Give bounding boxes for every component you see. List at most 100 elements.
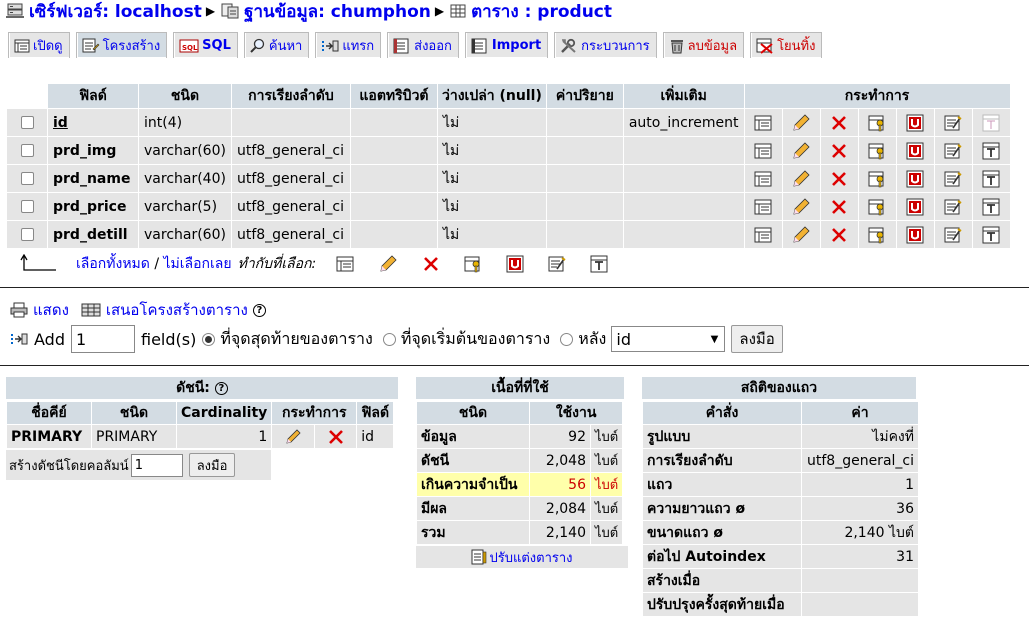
primary-key-action[interactable] xyxy=(858,192,896,220)
tab-insert[interactable]: แทรก xyxy=(315,32,382,58)
primary-key-icon xyxy=(868,226,886,244)
fulltext-action[interactable] xyxy=(972,164,1010,192)
index-action[interactable] xyxy=(934,164,972,192)
unique-icon[interactable] xyxy=(506,255,524,273)
print-view-link[interactable]: แสดง xyxy=(33,298,69,322)
drop-icon xyxy=(756,38,774,54)
help-icon[interactable]: ? xyxy=(252,303,266,317)
propose-structure-link[interactable]: เสนอโครงสร้างตาราง xyxy=(106,298,248,322)
add-fields-go-button[interactable]: ลงมือ xyxy=(731,325,783,353)
primary-key-action[interactable] xyxy=(858,136,896,164)
change-action[interactable] xyxy=(782,136,820,164)
change-action[interactable] xyxy=(782,164,820,192)
tab-export[interactable]: ส่งออก xyxy=(387,32,459,58)
primary-key-action[interactable] xyxy=(858,164,896,192)
tab-sql[interactable]: SQL SQL xyxy=(173,32,238,58)
index-action[interactable] xyxy=(934,136,972,164)
unique-action[interactable] xyxy=(896,136,934,164)
insert-icon xyxy=(321,38,339,54)
index-drop-action[interactable] xyxy=(314,425,357,448)
change-action[interactable] xyxy=(782,220,820,248)
field-default xyxy=(546,220,623,248)
index-edit-action[interactable] xyxy=(272,425,314,448)
tab-structure[interactable]: โครงสร้าง xyxy=(75,32,168,58)
row-checkbox[interactable] xyxy=(20,200,34,213)
unique-action[interactable] xyxy=(896,192,934,220)
browse-distinct-icon[interactable] xyxy=(336,256,354,272)
fulltext-icon[interactable] xyxy=(590,255,608,273)
check-all-link[interactable]: เลือกทั้งหมด xyxy=(76,253,150,275)
browse-icon xyxy=(14,39,30,53)
field-name[interactable]: id xyxy=(48,108,138,136)
primary-key-action[interactable] xyxy=(858,220,896,248)
browse-distinct-action[interactable] xyxy=(744,108,782,136)
tab-operations[interactable]: กระบวนการ xyxy=(554,32,657,58)
radio-at-beginning[interactable] xyxy=(382,332,396,346)
index-action[interactable] xyxy=(934,108,972,136)
fulltext-action[interactable] xyxy=(972,108,1010,136)
drop-action[interactable] xyxy=(820,164,858,192)
drop-action[interactable] xyxy=(820,192,858,220)
field-name[interactable]: prd_name xyxy=(48,164,138,192)
row-checkbox[interactable] xyxy=(20,228,34,241)
change-action[interactable] xyxy=(782,108,820,136)
tab-drop[interactable]: โยนทิ้ง xyxy=(750,32,823,58)
create-index-go-button[interactable]: ลงมือ xyxy=(188,453,236,477)
change-action[interactable] xyxy=(782,192,820,220)
field-count-input[interactable] xyxy=(70,325,135,353)
space-column-header: ใช้งาน xyxy=(530,402,623,424)
help-icon[interactable]: ? xyxy=(214,381,228,395)
row-checkbox[interactable] xyxy=(20,172,34,185)
browse-distinct-action[interactable] xyxy=(744,192,782,220)
search-icon xyxy=(250,38,266,54)
index-action[interactable] xyxy=(934,192,972,220)
breadcrumb-database-link[interactable]: ฐานข้อมูล: chumphon xyxy=(244,0,431,25)
optimize-table-link[interactable]: ปรับแต่งตาราง xyxy=(416,546,628,568)
after-field-select[interactable]: id ▼ xyxy=(611,326,726,352)
fulltext-action[interactable] xyxy=(972,192,1010,220)
browse-distinct-action[interactable] xyxy=(744,220,782,248)
index-icon[interactable] xyxy=(548,255,566,273)
fulltext-action[interactable] xyxy=(972,136,1010,164)
drop-action[interactable] xyxy=(820,136,858,164)
row-checkbox[interactable] xyxy=(20,144,34,157)
checkbox-cell xyxy=(7,136,47,164)
radio-at-end[interactable] xyxy=(202,332,216,346)
delete-x-icon[interactable] xyxy=(422,255,440,273)
tab-search[interactable]: ค้นหา xyxy=(243,32,310,58)
drop-action[interactable] xyxy=(820,220,858,248)
fulltext-action[interactable] xyxy=(972,220,1010,248)
field-name[interactable]: prd_price xyxy=(48,192,138,220)
field-name[interactable]: prd_detill xyxy=(48,220,138,248)
create-index-form: สร้างดัชนีโดยคอลัมน์ ลงมือ xyxy=(6,450,271,480)
table-row: แถว 1 xyxy=(643,473,918,496)
tab-browse[interactable]: เปิดดู xyxy=(8,32,70,58)
uncheck-all-link[interactable]: ไม่เลือกเลย xyxy=(164,253,232,275)
index-action[interactable] xyxy=(934,220,972,248)
field-name[interactable]: prd_img xyxy=(48,136,138,164)
row-checkbox[interactable] xyxy=(20,116,34,129)
create-index-input[interactable] xyxy=(130,453,183,477)
stat-value xyxy=(802,593,918,616)
create-index-label: สร้างดัชนีโดยคอลัมน์ xyxy=(9,458,129,474)
stat-label: ขนาดแถว ø xyxy=(643,521,801,544)
field-attributes xyxy=(350,192,437,220)
browse-distinct-action[interactable] xyxy=(744,136,782,164)
pencil-icon[interactable] xyxy=(378,254,398,274)
tab-import[interactable]: Import xyxy=(464,32,549,58)
breadcrumb-server-link[interactable]: เซิร์ฟเวอร์: localhost xyxy=(29,0,202,25)
primary-key-action[interactable] xyxy=(858,108,896,136)
space-value: 56 xyxy=(530,473,590,496)
radio-after[interactable] xyxy=(560,332,574,346)
space-column-header: ชนิด xyxy=(417,402,529,424)
primary-key-icon[interactable] xyxy=(464,255,482,273)
unique-action[interactable] xyxy=(896,220,934,248)
unique-action[interactable] xyxy=(896,164,934,192)
table-row: รวม 2,140 ไบต์ xyxy=(417,521,623,544)
breadcrumb-table-link[interactable]: ตาราง : product xyxy=(471,0,612,25)
tab-empty[interactable]: ลบข้อมูล xyxy=(662,32,745,58)
drop-action[interactable] xyxy=(820,108,858,136)
browse-distinct-action[interactable] xyxy=(744,164,782,192)
index-icon xyxy=(944,114,962,132)
unique-action[interactable] xyxy=(896,108,934,136)
